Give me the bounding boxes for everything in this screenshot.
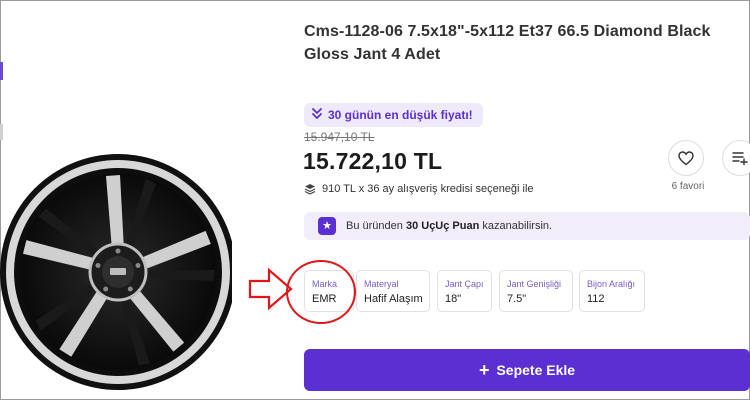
attribute-rim-diameter[interactable]: Jant Çapı 18"	[437, 270, 492, 312]
old-price: 15.947,10 TL	[304, 130, 375, 144]
credit-text: 910 TL x 36 ay alışveriş kredisi seçeneğ…	[322, 183, 534, 195]
stack-icon	[304, 184, 316, 195]
attribute-bolt-pattern[interactable]: Bijon Aralığı 112	[579, 270, 645, 312]
points-amount: 30 UçUç Puan	[405, 220, 480, 232]
favorite-count: 6 favori	[671, 181, 705, 192]
plus-icon: +	[478, 360, 490, 380]
heart-icon	[678, 150, 694, 165]
left-edge-divider	[0, 124, 3, 140]
attribute-value: 18"	[445, 293, 462, 305]
chevron-double-down-icon	[312, 108, 322, 122]
credit-info[interactable]: 910 TL x 36 ay alışveriş kredisi seçeneğ…	[304, 183, 534, 195]
attribute-material[interactable]: Materyal Hafif Alaşım	[356, 270, 430, 312]
points-text: Bu üründen 30 UçUç Puan kazanabilirsin.	[346, 220, 552, 232]
points-prefix: Bu üründen	[346, 220, 403, 232]
add-to-list-icon	[732, 152, 748, 165]
points-banner: ★ Bu üründen 30 UçUç Puan kazanabilirsin…	[304, 212, 750, 240]
attribute-key: Jant Genişliği	[507, 279, 562, 289]
attribute-key: Bijon Aralığı	[587, 279, 636, 289]
add-to-cart-button[interactable]: + Sepete Ekle	[304, 349, 750, 391]
left-edge-accent	[0, 62, 3, 80]
product-image[interactable]	[0, 148, 232, 396]
lowest-price-badge: 30 günün en düşük fiyatı!	[304, 103, 483, 127]
lowest-price-text: 30 günün en düşük fiyatı!	[328, 108, 473, 122]
add-to-list-button[interactable]	[722, 140, 750, 176]
product-title: Cms-1128-06 7.5x18"-5x112 Et37 66.5 Diam…	[304, 23, 711, 63]
annotation-circle	[286, 260, 356, 324]
attribute-value: Hafif Alaşım	[364, 293, 423, 305]
attribute-key: Materyal	[364, 279, 399, 289]
favorite-button[interactable]	[668, 140, 704, 176]
attribute-key: Jant Çapı	[445, 279, 484, 289]
attribute-rim-width[interactable]: Jant Genişliği 7.5"	[499, 270, 573, 312]
add-to-cart-label: Sepete Ekle	[496, 362, 576, 378]
attribute-value: 7.5"	[507, 293, 527, 305]
points-suffix: kazanabilirsin.	[482, 220, 553, 232]
current-price: 15.722,10 TL	[303, 148, 443, 174]
attribute-value: 112	[587, 293, 605, 305]
star-icon: ★	[318, 217, 336, 235]
